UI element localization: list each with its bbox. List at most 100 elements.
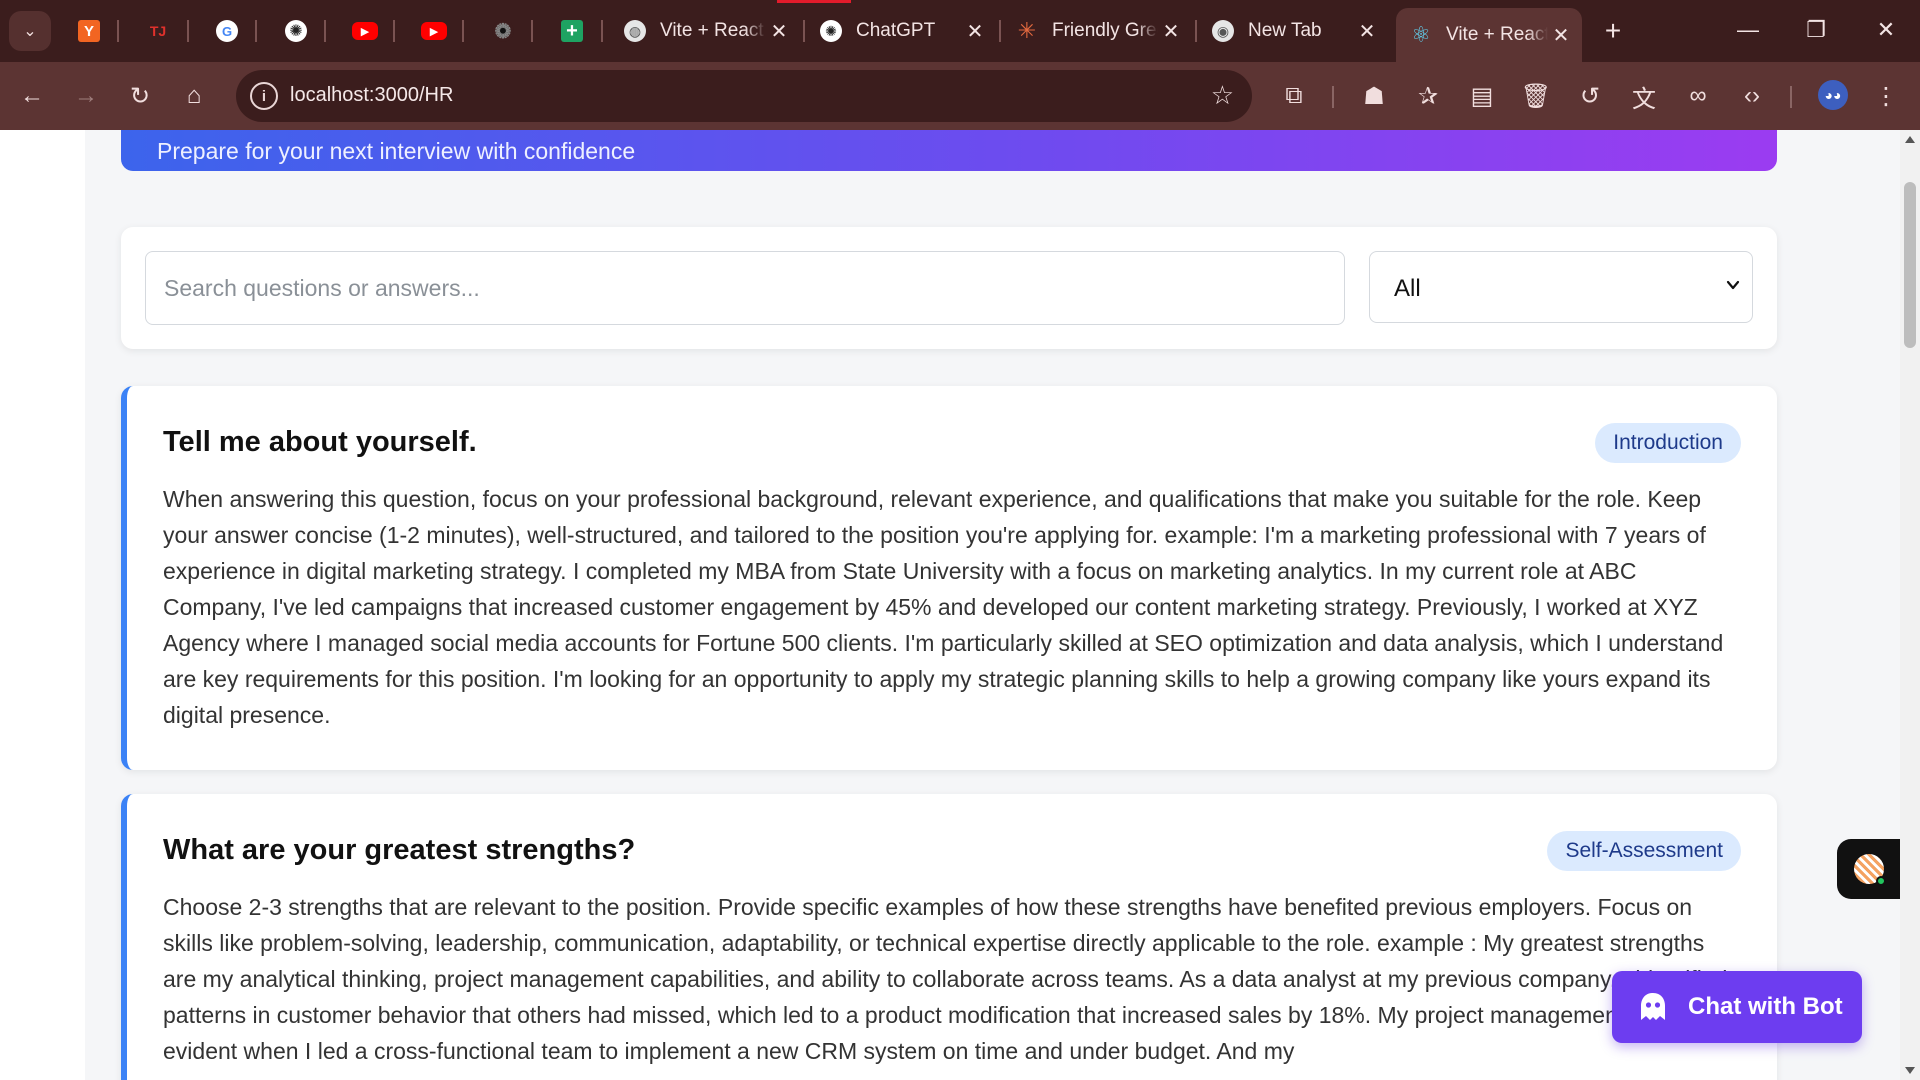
pinned-tab-2[interactable]: TJ bbox=[139, 12, 177, 50]
tab-search-button[interactable]: ⌄ bbox=[9, 11, 51, 51]
tab-separator bbox=[803, 20, 805, 42]
link-icon: ∞ bbox=[1689, 82, 1707, 109]
close-icon[interactable]: ✕ bbox=[1354, 18, 1380, 44]
close-icon[interactable]: ✕ bbox=[1548, 22, 1574, 48]
pinned-tab-7[interactable]: ✺ bbox=[484, 12, 522, 50]
translate-icon: 文 bbox=[1632, 85, 1656, 113]
tab-friendly-greeting[interactable]: ✳ Friendly Greeting ✕ bbox=[1002, 10, 1192, 52]
favorites-button[interactable]: ✰ bbox=[1408, 76, 1448, 116]
code-icon: ‹› bbox=[1744, 82, 1760, 109]
tab-separator bbox=[117, 20, 119, 42]
scrollbar-thumb[interactable] bbox=[1904, 182, 1916, 348]
devtools-button[interactable]: ‹› bbox=[1732, 76, 1772, 116]
side-assistant-widget[interactable] bbox=[1837, 839, 1900, 899]
page-scrollbar[interactable] bbox=[1900, 130, 1920, 1080]
incognito-button[interactable]: ☗ bbox=[1354, 76, 1394, 116]
chat-with-bot-button[interactable]: Chat with Bot bbox=[1612, 971, 1862, 1043]
plus-icon: + bbox=[1604, 15, 1622, 46]
forward-button[interactable]: → bbox=[66, 76, 106, 116]
delete-button[interactable]: 🗑 bbox=[1516, 76, 1556, 116]
tab-title: ChatGPT bbox=[856, 20, 936, 41]
tab-separator bbox=[462, 20, 464, 42]
y-combinator-icon: Y bbox=[78, 20, 100, 42]
pinned-tab-3[interactable]: G bbox=[208, 12, 246, 50]
arrow-right-icon: → bbox=[74, 82, 98, 109]
category-badge: Self-Assessment bbox=[1547, 831, 1741, 871]
history-icon: ↺ bbox=[1579, 82, 1601, 110]
reload-icon: ↻ bbox=[129, 82, 151, 110]
avatar-icon: ◕◕ bbox=[1824, 87, 1842, 103]
openai-icon: ✺ bbox=[820, 20, 842, 42]
tab-separator bbox=[255, 20, 257, 42]
menu-button[interactable]: ⋮ bbox=[1866, 76, 1906, 116]
close-icon: ✕ bbox=[1876, 17, 1896, 42]
reload-button[interactable]: ↻ bbox=[120, 76, 160, 116]
pinned-tab-1[interactable]: Y bbox=[70, 12, 108, 50]
question-title: What are your greatest strengths? bbox=[163, 834, 636, 866]
close-icon[interactable]: ✕ bbox=[766, 18, 792, 44]
audio-indicator bbox=[777, 0, 851, 3]
tab-separator bbox=[999, 20, 1001, 42]
pinned-tab-5[interactable]: ▶ bbox=[346, 12, 384, 50]
tab-strip: ⌄ Y TJ G ✺ ▶ ▶ ✺ + ◍ Vite + React ✕ ✺ Ch… bbox=[0, 0, 1920, 62]
category-select[interactable]: All bbox=[1369, 251, 1753, 323]
home-button[interactable]: ⌂ bbox=[174, 76, 214, 116]
translate-button[interactable]: 文 bbox=[1624, 76, 1664, 116]
chatbot-icon bbox=[1641, 993, 1665, 1020]
scroll-up-arrow-icon[interactable] bbox=[1905, 136, 1915, 143]
tab-separator bbox=[187, 20, 189, 42]
tab-separator bbox=[393, 20, 395, 42]
history-button[interactable]: ↺ bbox=[1570, 76, 1610, 116]
assistant-orb-icon bbox=[1853, 854, 1886, 886]
incognito-icon: ☗ bbox=[1363, 82, 1385, 110]
youtube-icon: ▶ bbox=[421, 22, 447, 40]
reading-list-button[interactable]: ▤ bbox=[1462, 76, 1502, 116]
tab-separator bbox=[324, 20, 326, 42]
tab-separator bbox=[531, 20, 533, 42]
browser-toolbar: ← → ↻ ⌂ i localhost:3000/HR ☆ ⧉ ☗ ✰ ▤ 🗑 … bbox=[0, 62, 1920, 130]
question-card: Tell me about yourself. Introduction Whe… bbox=[121, 386, 1777, 770]
page-viewport: Prepare for your next interview with con… bbox=[0, 130, 1900, 1080]
pinned-tab-4[interactable]: ✺ bbox=[277, 12, 315, 50]
close-window-button[interactable]: ✕ bbox=[1856, 8, 1916, 52]
search-input[interactable] bbox=[145, 251, 1345, 325]
minimize-icon: — bbox=[1737, 17, 1759, 42]
toolbar-separator bbox=[1332, 86, 1334, 108]
google-sheets-icon: + bbox=[561, 20, 583, 42]
youtube-icon: ▶ bbox=[352, 22, 378, 40]
hero-banner: Prepare for your next interview with con… bbox=[121, 130, 1777, 171]
copy-link-button[interactable]: ∞ bbox=[1678, 76, 1718, 116]
google-icon: G bbox=[216, 20, 238, 42]
new-tab-button[interactable]: + bbox=[1596, 14, 1630, 48]
tab-separator bbox=[1195, 20, 1197, 42]
site-info-icon[interactable]: i bbox=[250, 82, 278, 110]
tab-chatgpt[interactable]: ✺ ChatGPT ✕ bbox=[806, 10, 996, 52]
extensions-button[interactable]: ⧉ bbox=[1274, 76, 1314, 116]
tab-vite-react-1[interactable]: ◍ Vite + React ✕ bbox=[610, 10, 800, 52]
tab-separator bbox=[601, 20, 603, 42]
profile-avatar[interactable]: ◕◕ bbox=[1818, 80, 1848, 110]
category-badge: Introduction bbox=[1595, 423, 1741, 463]
tab-vite-react-active[interactable]: ⚛ Vite + React ✕ bbox=[1396, 8, 1582, 62]
bookmark-star-icon[interactable]: ☆ bbox=[1211, 80, 1234, 111]
chrome-icon: ◉ bbox=[1212, 20, 1234, 42]
restore-button[interactable]: ❐ bbox=[1786, 8, 1846, 52]
chevron-down-icon: ⌄ bbox=[23, 23, 37, 40]
pinned-tab-8[interactable]: + bbox=[553, 12, 591, 50]
arrow-left-icon: ← bbox=[20, 82, 44, 109]
scroll-down-arrow-icon[interactable] bbox=[1905, 1067, 1915, 1074]
back-button[interactable]: ← bbox=[12, 76, 52, 116]
minimize-button[interactable]: — bbox=[1718, 8, 1778, 52]
address-bar[interactable]: i localhost:3000/HR ☆ bbox=[236, 70, 1252, 122]
react-icon: ⚛ bbox=[1411, 22, 1431, 47]
tab-new-tab[interactable]: ◉ New Tab ✕ bbox=[1198, 10, 1388, 52]
openai-icon: ✺ bbox=[492, 20, 514, 43]
pinned-tab-6[interactable]: ▶ bbox=[415, 12, 453, 50]
answer-text: Choose 2-3 strengths that are relevant t… bbox=[163, 894, 1737, 1064]
openai-icon: ✺ bbox=[285, 20, 307, 42]
category-select-value: All bbox=[1394, 275, 1421, 302]
close-icon[interactable]: ✕ bbox=[962, 18, 988, 44]
address-url[interactable]: localhost:3000/HR bbox=[290, 84, 453, 107]
restore-icon: ❐ bbox=[1806, 17, 1826, 42]
close-icon[interactable]: ✕ bbox=[1158, 18, 1184, 44]
